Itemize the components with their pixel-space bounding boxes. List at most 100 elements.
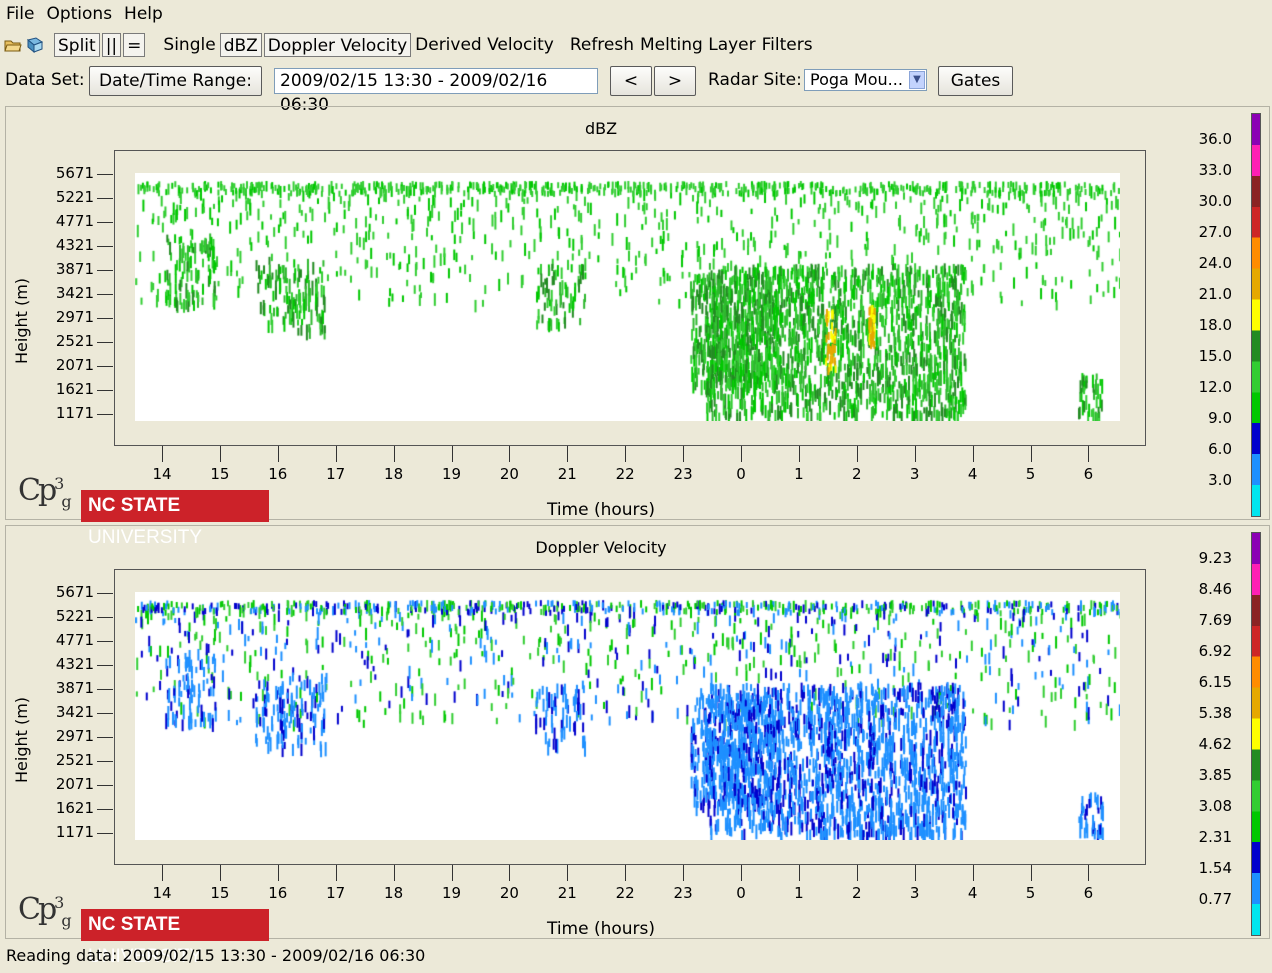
derived-velocity-button[interactable]: Derived Velocity: [415, 35, 554, 55]
x-tick-mark: [509, 865, 511, 881]
y-tick-label: 4321: [55, 655, 94, 673]
menu-options[interactable]: Options: [40, 4, 118, 24]
stacked-button[interactable]: =: [123, 33, 146, 57]
colorbar-tick-label: 21.0: [1198, 285, 1232, 303]
x-tick-label: 20: [499, 465, 519, 483]
x-tick-mark: [277, 865, 279, 881]
x-tick-mark: [162, 865, 163, 881]
x-tick-mark: [219, 865, 221, 881]
colorbar-tick-label: 9.23: [1198, 549, 1232, 567]
x-tick-label: 16: [268, 884, 288, 902]
x-tick-label: 19: [441, 884, 462, 902]
y-tick-mark: [97, 294, 113, 295]
y-tick-label: 1171: [55, 823, 94, 841]
previous-button[interactable]: <: [610, 66, 652, 96]
x-tick-label: 6: [1083, 884, 1094, 902]
x-tick-label: 1: [794, 465, 804, 483]
date-time-range-button[interactable]: Date/Time Range:: [89, 66, 262, 96]
next-button[interactable]: >: [654, 66, 696, 96]
x-tick-mark: [451, 446, 453, 462]
x-tick-mark: [335, 446, 337, 462]
date-range-field[interactable]: 2009/02/15 13:30 - 2009/02/16 06:30: [274, 68, 598, 115]
colorbar-tick-label: 18.0: [1198, 316, 1232, 334]
radar-site-select[interactable]: Poga Mou... ▼: [804, 69, 927, 91]
refresh-button[interactable]: Refresh: [570, 35, 634, 55]
save-book-icon[interactable]: [26, 37, 44, 53]
x-tick-label: 17: [326, 465, 346, 483]
x-tick-mark: [1088, 865, 1090, 881]
x-tick-mark: [914, 865, 916, 881]
y-tick-label: 1171: [55, 404, 94, 422]
x-tick-label: 17: [326, 884, 346, 902]
x-tick-mark: [335, 865, 337, 881]
colorbar-tick-label: 33.0: [1198, 161, 1232, 179]
colorbar-tick-label: 4.62: [1198, 735, 1232, 753]
x-tick-label: 1: [794, 884, 804, 902]
x-tick-mark: [741, 446, 742, 462]
x-tick-mark: [219, 446, 221, 462]
radar-site-label: Radar Site:: [708, 70, 802, 90]
x-tick-label: 18: [384, 465, 404, 483]
x-tick-label: 14: [152, 465, 172, 483]
y-tick-mark: [97, 222, 113, 223]
x-tick-mark: [1088, 446, 1090, 462]
y-tick-label: 3871: [55, 679, 94, 697]
y-tick-label: 3871: [55, 260, 94, 278]
dbz-button[interactable]: dBZ: [219, 33, 262, 57]
single-button[interactable]: Single: [163, 35, 215, 55]
y-tick-mark: [97, 174, 113, 175]
x-tick-mark: [451, 865, 453, 881]
x-tick-label: 19: [441, 465, 462, 483]
menu-file[interactable]: File: [0, 4, 40, 24]
x-tick-label: 22: [615, 465, 635, 483]
filters-button[interactable]: Filters: [762, 35, 813, 55]
plot-area[interactable]: [135, 592, 1120, 840]
y-tick-label: 3421: [55, 284, 94, 302]
y-tick-mark: [97, 689, 113, 690]
x-tick-label: 14: [152, 884, 172, 902]
plot-frame: [114, 150, 1146, 446]
x-tick-mark: [509, 446, 511, 462]
colorbar-tick-label: 27.0: [1198, 223, 1232, 241]
x-tick-label: 22: [615, 884, 635, 902]
y-tick-mark: [97, 593, 113, 594]
split-button[interactable]: Split: [54, 33, 100, 57]
y-tick-label: 5221: [55, 607, 94, 625]
y-tick-label: 2971: [55, 308, 94, 326]
x-tick-label: 6: [1083, 465, 1094, 483]
y-tick-label: 2071: [55, 775, 94, 793]
chevron-down-icon[interactable]: ▼: [909, 71, 925, 89]
y-tick-label: 4321: [55, 236, 94, 254]
colorbar-tick-label: 9.0: [1208, 409, 1232, 427]
colorbar-tick-label: 1.54: [1198, 859, 1232, 877]
x-tick-mark: [972, 865, 974, 881]
dbz-panel: dBZ 5671 5221 4771 4321 3871 3421 2971 2521 2071…: [5, 106, 1270, 548]
x-tick-mark: [856, 446, 858, 462]
y-tick-mark: [97, 246, 113, 247]
y-tick-mark: [97, 366, 113, 367]
colorbar: [1251, 532, 1261, 936]
colorbar-tick-label: 15.0: [1198, 347, 1232, 365]
x-tick-label: 16: [268, 465, 288, 483]
menu-help[interactable]: Help: [118, 4, 169, 24]
open-folder-icon[interactable]: [4, 37, 22, 53]
y-tick-label: 4771: [55, 212, 94, 230]
doppler-velocity-button[interactable]: Doppler Velocity: [263, 33, 412, 57]
gates-button[interactable]: Gates: [938, 66, 1013, 96]
colorbar-tick-label: 30.0: [1198, 192, 1232, 210]
y-tick-label: 5671: [55, 164, 94, 182]
x-tick-mark: [277, 446, 279, 462]
colorbar-tick-label: 3.0: [1208, 471, 1232, 489]
cp3-logo: Cp3g: [18, 892, 72, 930]
y-tick-mark: [97, 198, 113, 199]
x-tick-mark: [914, 446, 916, 462]
y-tick-mark: [97, 761, 113, 762]
radar-site-value: Poga Mou...: [810, 70, 903, 89]
melting-layer-button[interactable]: Melting Layer: [640, 35, 756, 55]
x-tick-label: 2: [852, 465, 862, 483]
plot-area[interactable]: [135, 173, 1120, 421]
colorbar-tick-label: 7.69: [1198, 611, 1232, 629]
x-tick-mark: [625, 865, 627, 881]
x-tick-label: 18: [384, 884, 404, 902]
side-by-side-button[interactable]: ||: [101, 33, 122, 57]
